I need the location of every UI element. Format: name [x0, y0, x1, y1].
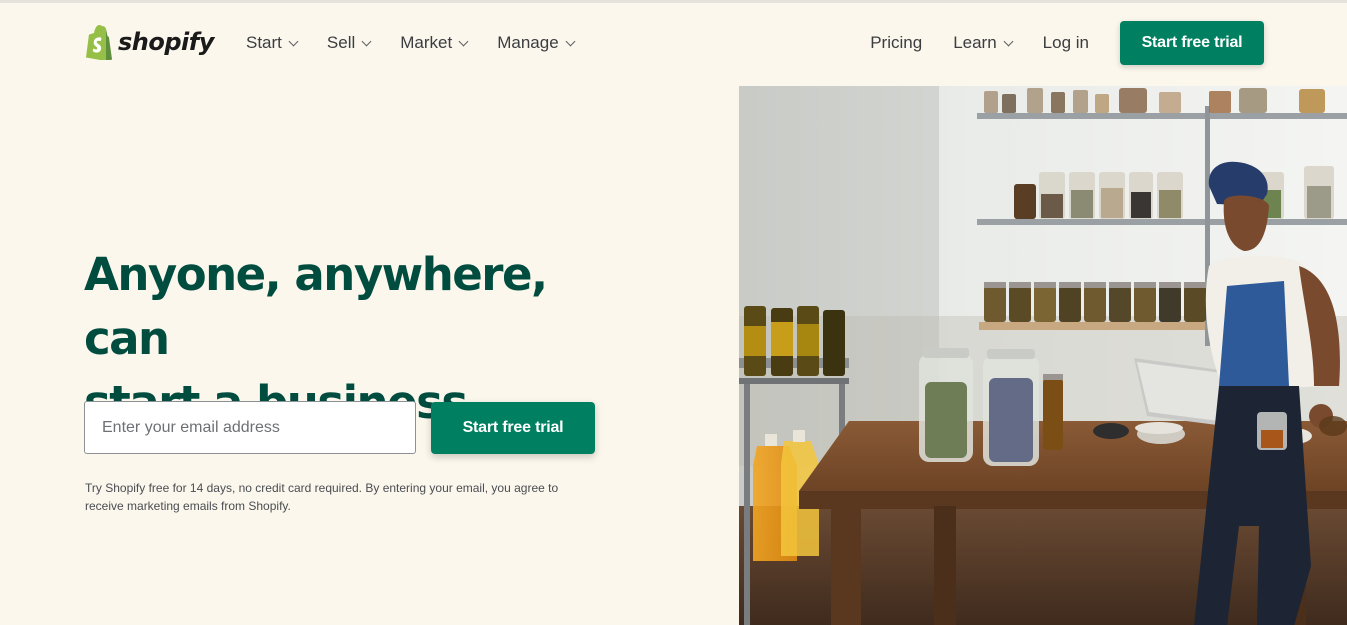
secondary-nav: Pricing Learn Log in: [870, 33, 1089, 53]
nav-start-label: Start: [246, 33, 282, 52]
nav-sell-label: Sell: [326, 33, 356, 52]
nav-manage-label: Manage: [497, 33, 559, 52]
hero-title-line-1: Anyone, anywhere, can: [84, 248, 548, 365]
nav-pricing[interactable]: Pricing: [870, 33, 922, 53]
primary-nav: Start Sell Market Manage: [246, 33, 576, 53]
nav-market[interactable]: Market: [400, 33, 469, 53]
nav-sell[interactable]: Sell: [326, 33, 372, 53]
email-input[interactable]: [84, 401, 416, 454]
nav-market-label: Market: [400, 33, 453, 52]
hero-photo: [739, 86, 1347, 625]
chevron-down-icon: [458, 36, 469, 46]
header-start-trial-button[interactable]: Start free trial: [1120, 21, 1264, 65]
nav-learn-label: Learn: [953, 33, 997, 52]
chevron-down-icon: [565, 36, 576, 46]
chevron-down-icon: [361, 36, 372, 46]
site-header: shopify Start Sell Market Manage Pricing…: [0, 3, 1347, 85]
apothecary-workshop-illustration: [739, 86, 1347, 625]
shopify-bag-icon: [86, 25, 112, 60]
hero-start-trial-button[interactable]: Start free trial: [431, 402, 595, 454]
chevron-down-icon: [1003, 36, 1014, 46]
nav-login[interactable]: Log in: [1043, 33, 1089, 53]
nav-manage[interactable]: Manage: [497, 33, 576, 53]
nav-learn[interactable]: Learn: [953, 33, 1014, 53]
brand-name: shopify: [118, 28, 214, 56]
trial-disclaimer: Try Shopify free for 14 days, no credit …: [85, 481, 559, 513]
chevron-down-icon: [288, 36, 299, 46]
shopify-logo[interactable]: shopify: [84, 24, 214, 60]
nav-start[interactable]: Start: [246, 33, 299, 53]
